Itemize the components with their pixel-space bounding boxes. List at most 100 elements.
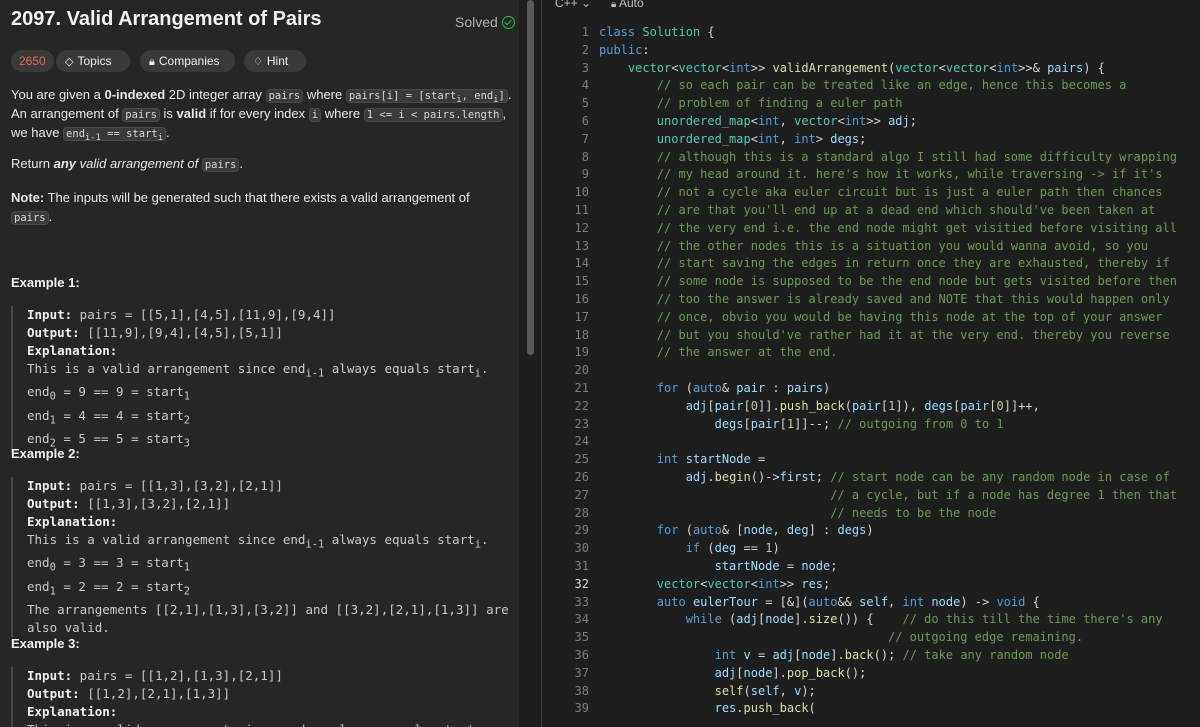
statement-line: we have endi-1 == starti. — [11, 125, 170, 144]
line-number: 22 — [574, 398, 589, 413]
line-number: 31 — [574, 559, 589, 573]
code-line[interactable]: for (auto& pair : pairs) — [599, 380, 830, 398]
auto-mode-indicator[interactable]: 🔒︎ Auto — [611, 0, 644, 10]
line-number: 39 — [574, 701, 589, 716]
statement-line: pairs. — [11, 207, 52, 228]
code-line[interactable]: // needs to be the node — [599, 505, 996, 523]
code-line[interactable]: while (adj[node].size()) { // do this ti… — [599, 611, 1163, 629]
line-number: 28 — [574, 505, 589, 520]
line-number: 24 — [574, 434, 589, 449]
code-line[interactable]: public: — [599, 42, 650, 60]
lock-icon: 🔒︎ — [149, 56, 155, 68]
example-heading: Example 1: — [11, 275, 80, 290]
code-line[interactable]: int startNode = — [599, 451, 765, 469]
code-line[interactable]: // the very end i.e. the end node might … — [599, 220, 1177, 238]
code-line[interactable]: adj[pair[0]].push_back(pair[1]), degs[pa… — [599, 398, 1040, 416]
code-line[interactable]: unordered_map<int, int> degs; — [599, 131, 867, 149]
line-number: 5 — [581, 96, 589, 111]
code-line[interactable]: // not a cycle aka euler circuit but is … — [599, 184, 1163, 202]
code-line[interactable]: vector<vector<int>> res; — [599, 576, 830, 594]
line-number: 11 — [574, 203, 589, 217]
code-line[interactable]: res.push_back( — [599, 700, 816, 718]
code-line[interactable]: // so each pair can be treated like an e… — [599, 77, 1127, 95]
line-number: 35 — [574, 630, 589, 645]
check-circle-icon — [501, 16, 515, 29]
code-line[interactable]: if (deg == 1) — [599, 540, 780, 558]
problem-title: 2097. Valid Arrangement of Pairs — [11, 8, 322, 30]
code-line[interactable]: // too the answer is already saved and N… — [599, 291, 1170, 309]
code-line[interactable]: // some node is supposed to be the end n… — [599, 273, 1177, 291]
code-line[interactable]: unordered_map<int, vector<int>> adj; — [599, 113, 917, 131]
line-number: 25 — [574, 452, 589, 467]
line-number: 9 — [581, 167, 589, 182]
code-line[interactable]: // a cycle, but if a node has degree 1 t… — [599, 487, 1177, 505]
code-line[interactable]: // outgoing edge remaining. — [599, 629, 1083, 647]
code-line[interactable]: vector<vector<int>> validArrangement(vec… — [599, 60, 1105, 78]
code-line[interactable]: adj.begin()->first; // start node can be… — [599, 469, 1170, 487]
line-number: 37 — [574, 665, 589, 680]
code-line[interactable]: // are that you'll end up at a dead end … — [599, 202, 1156, 220]
problem-description-panel: 2097. Valid Arrangement of Pairs Solved … — [0, 0, 519, 727]
chevron-down-icon: ⌄ — [581, 0, 592, 10]
code-line[interactable]: adj[node].pop_back(); — [599, 665, 867, 683]
line-number: 34 — [574, 612, 589, 627]
example-block: Input: pairs = [[1,2],[1,3],[2,1]] Outpu… — [11, 667, 519, 727]
line-number: 15 — [574, 274, 589, 289]
code-line[interactable]: // once, obvio you would be having this … — [599, 309, 1163, 327]
line-number: 4 — [581, 78, 589, 93]
tag-icon: ◇ — [65, 56, 74, 68]
line-number: 7 — [581, 131, 589, 146]
code-line[interactable]: // the other nodes this is a situation y… — [599, 238, 1148, 256]
code-editor-panel: C++ ⌄ 🔒︎ Auto 1 class Solution {2 public: 3… — [545, 0, 1200, 727]
code-line[interactable]: // problem of finding a euler path — [599, 95, 903, 113]
line-number: 21 — [574, 381, 589, 395]
code-line[interactable]: // although this is a standard algo I st… — [599, 149, 1177, 167]
line-number: 10 — [574, 185, 589, 200]
line-number: 30 — [574, 541, 589, 556]
difficulty-rating-badge: 2650 — [11, 50, 54, 72]
code-line[interactable]: // the answer at the end. — [599, 344, 838, 362]
code-line[interactable]: // but you should've rather had it at th… — [599, 327, 1170, 345]
line-number: 14 — [574, 256, 589, 271]
line-number: 33 — [574, 594, 589, 609]
topics-button[interactable]: ◇ Topics — [56, 50, 130, 72]
statement-line: Return any valid arrangement of pairs. — [11, 156, 244, 172]
line-number: 32 — [574, 576, 589, 591]
line-number: 19 — [574, 345, 589, 360]
line-number: 29 — [574, 523, 589, 538]
panel-divider[interactable] — [541, 0, 542, 727]
example-heading: Example 2: — [11, 446, 80, 461]
solved-badge: Solved — [455, 14, 515, 30]
example-block: Input: pairs = [[1,3],[3,2],[2,1]] Outpu… — [11, 477, 519, 637]
hint-button[interactable]: ♢ Hint — [244, 50, 306, 72]
code-line[interactable]: // start saving the edges in return once… — [599, 255, 1170, 273]
lock-icon: 🔒︎ — [611, 0, 617, 10]
code-line[interactable]: class Solution { — [599, 24, 715, 42]
line-number: 23 — [574, 416, 589, 431]
description-scrollbar[interactable] — [527, 0, 534, 355]
example-heading: Example 3: — [11, 636, 80, 651]
editor-toolbar: C++ ⌄ 🔒︎ Auto — [545, 0, 1200, 14]
line-number: 20 — [574, 363, 589, 378]
statement-line: Note: The inputs will be generated such … — [11, 190, 470, 205]
code-line[interactable]: for (auto& [node, deg] : degs) — [599, 522, 874, 540]
code-line[interactable]: self(self, v); — [599, 683, 816, 701]
line-number: 13 — [574, 238, 589, 253]
line-number: 1 — [581, 25, 589, 39]
code-line[interactable]: int v = adj[node].back(); // take any ra… — [599, 647, 1069, 665]
code-line[interactable]: auto eulerTour = [&](auto&& self, int no… — [599, 594, 1040, 612]
line-number: 16 — [574, 292, 589, 306]
code-line[interactable]: degs[pair[1]]--; // outgoing from 0 to 1 — [599, 416, 1004, 434]
line-number: 18 — [574, 327, 589, 342]
solved-label: Solved — [455, 14, 498, 30]
lightbulb-icon: ♢ — [253, 56, 263, 68]
companies-button[interactable]: 🔒︎ Companies — [140, 50, 235, 72]
code-line[interactable]: // my head around it. here's how it work… — [599, 166, 1163, 184]
line-number: 6 — [581, 114, 589, 128]
example-block: Input: pairs = [[5,1],[4,5],[11,9],[9,4]… — [11, 306, 519, 454]
line-number: 26 — [574, 470, 589, 484]
code-line[interactable]: startNode = node; — [599, 558, 838, 576]
line-number: 3 — [581, 60, 589, 75]
line-number: 8 — [581, 149, 589, 164]
language-select[interactable]: C++ ⌄ — [555, 0, 591, 10]
